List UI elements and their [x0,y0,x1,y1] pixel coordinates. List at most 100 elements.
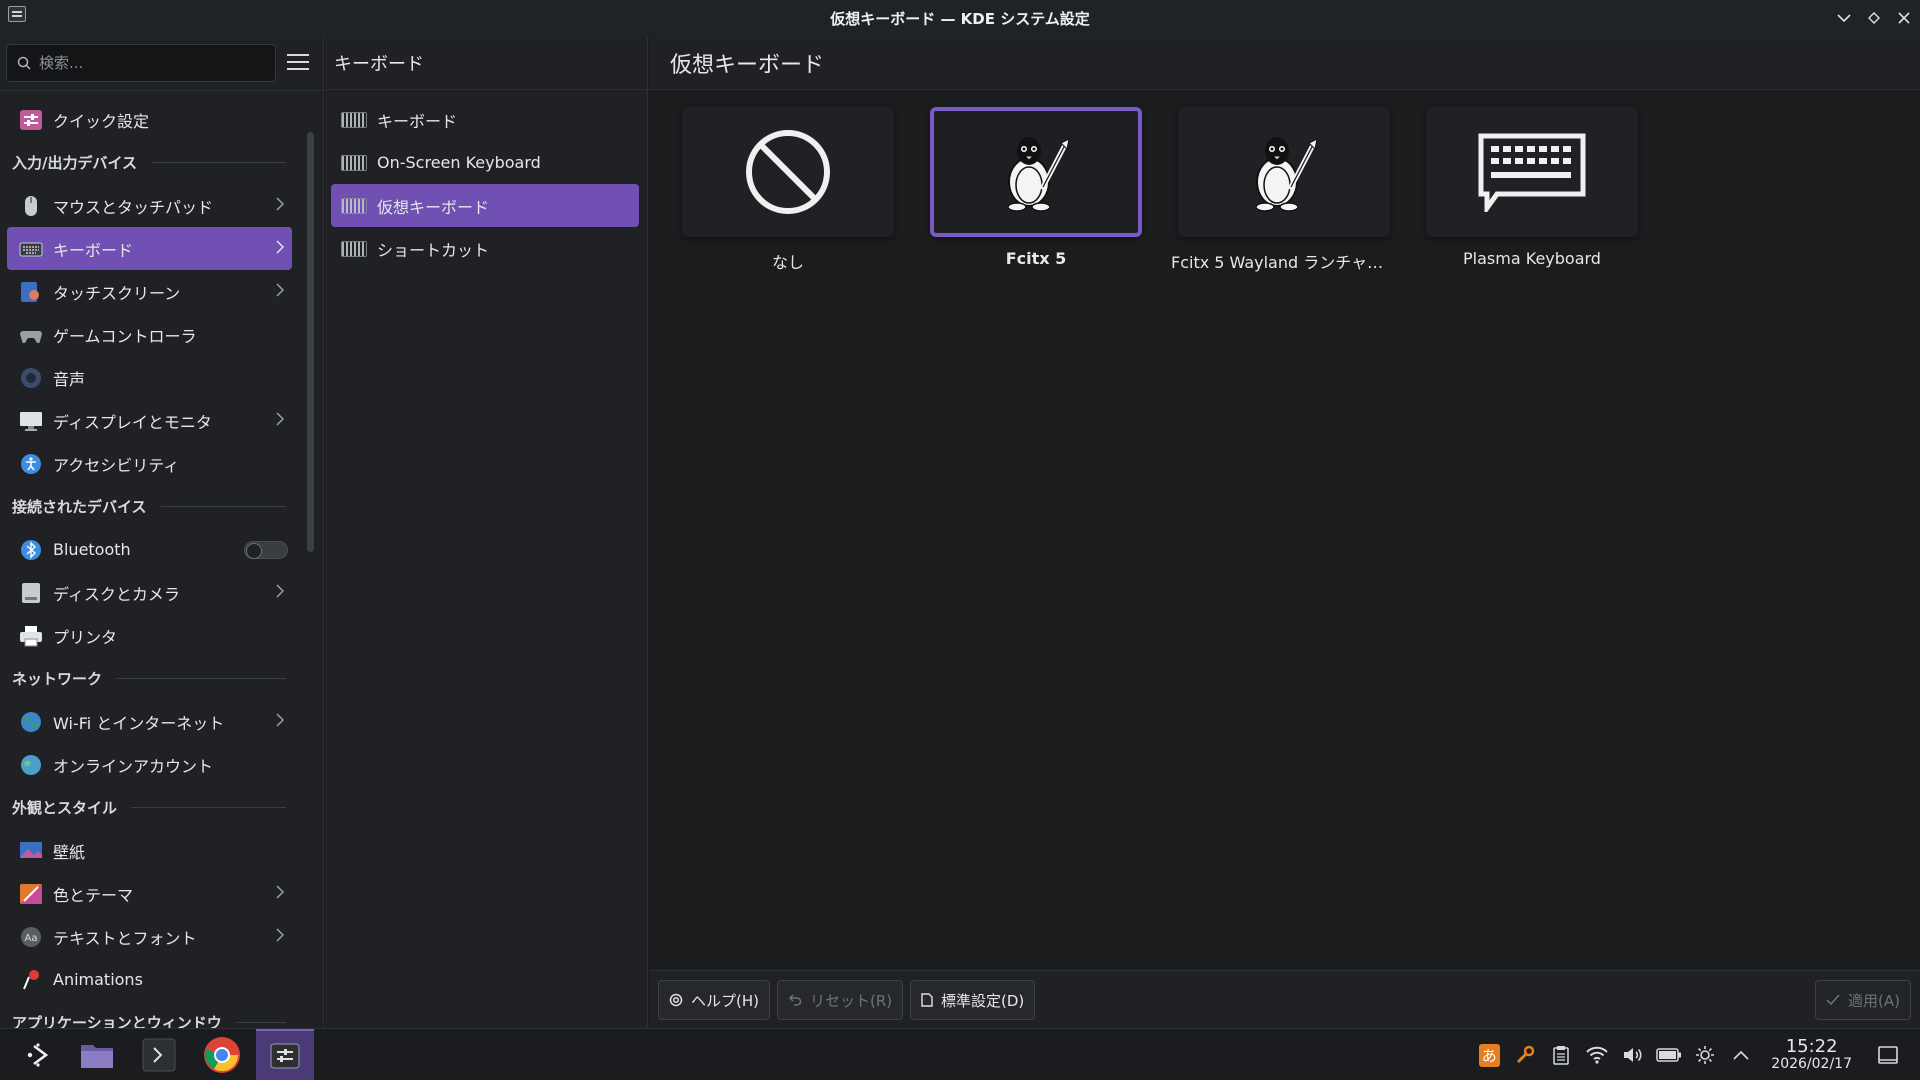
fcitx-penguin-icon [1178,107,1390,237]
defaults-label: 標準設定(D) [941,991,1025,1010]
option-label: なし [771,253,804,272]
divider [116,678,286,679]
sidebar-item-color-theme[interactable]: 色とテーマ [7,872,292,915]
sidebar-item-online-accounts[interactable]: オンラインアカウント [7,743,292,786]
chevron-right-icon [276,926,285,947]
clock[interactable]: 15:22 2026/02/17 [1771,1036,1852,1073]
maximize-icon[interactable] [1866,10,1882,26]
bluetooth-toggle[interactable] [244,541,288,559]
system-settings-icon[interactable] [8,6,26,22]
clock-date: 2026/02/17 [1771,1056,1852,1073]
sidebar-item-label: タッチスクリーン [53,283,181,303]
sidebar-item-printer[interactable]: プリンタ [7,614,292,657]
volume-icon[interactable] [1619,1029,1647,1080]
virtual-keyboard-options: なし Fcitx 5 Fcitx 5 Wayland ランチャー... Plasma … [675,107,1645,273]
sidebar-item-audio[interactable]: 音声 [7,356,292,399]
sidebar-item-label: アクセシビリティ [53,455,180,475]
subcategory-panel: キーボード キーボード On-Screen Keyboard 仮想キーボード ショート… [325,36,648,1028]
virtual-keyboard-option[interactable]: Plasma Keyboard [1419,107,1645,273]
keyboard-icon [341,111,367,128]
close-icon[interactable] [1896,10,1912,26]
wifi-icon[interactable] [1583,1029,1611,1080]
divider [0,90,324,91]
sidebar-item-font[interactable]: Aa テキストとフォント [7,915,292,958]
chevron-right-icon [276,582,285,603]
checkmark-icon [1826,994,1840,1006]
sidebar-item-mouse[interactable]: マウスとタッチパッド [7,184,292,227]
reset-button[interactable]: リセット(R) [777,980,904,1020]
quick-settings-icon [19,109,43,131]
option-label: Plasma Keyboard [1463,249,1601,268]
brightness-icon[interactable] [1691,1029,1719,1080]
system-settings-taskbar-icon[interactable] [256,1029,314,1080]
sidebar-item-label: 壁紙 [53,842,86,862]
chevron-right-icon [276,281,285,302]
system-tray: あ 15:22 2026/02/17 [1475,1029,1920,1080]
animations-icon [19,969,43,991]
subcategory-item[interactable]: ショートカット [331,227,639,270]
display-icon [19,410,43,432]
sidebar-item-wallpaper[interactable]: 壁紙 [7,829,292,872]
sidebar-scrollbar[interactable] [307,132,314,552]
chevron-right-icon [276,711,285,732]
virtual-keyboard-option[interactable]: なし [675,107,901,273]
chevron-right-icon [276,410,285,431]
sidebar-item-label: Animations [53,970,143,989]
subcategory-item[interactable]: On-Screen Keyboard [331,141,639,184]
page-title: 仮想キーボード [649,36,1920,90]
chevron-right-icon [276,195,285,216]
chrome-icon[interactable] [193,1029,251,1080]
plasma-keyboard-icon [1426,107,1638,237]
disk-camera-icon [19,582,43,604]
virtual-keyboard-option[interactable]: Fcitx 5 Wayland ランチャー... [1171,107,1397,273]
search-input[interactable] [39,54,259,72]
sidebar-item-globe[interactable]: Wi-Fi とインターネット [7,700,292,743]
search-icon [17,56,31,70]
sidebar-list: クイック設定入力/出力デバイス マウスとタッチパッド キーボードタッチスクリーンゲー… [0,98,300,1044]
touchscreen-icon [19,281,43,303]
input-method-icon[interactable]: あ [1475,1029,1503,1080]
sidebar-section-header: 外観とスタイル [0,786,300,829]
sidebar-item-bluetooth[interactable]: Bluetooth [7,528,292,571]
help-button[interactable]: ヘルプ(H) [658,980,770,1020]
subcategory-item[interactable]: 仮想キーボード [331,184,639,227]
virtual-keyboard-icon [341,197,367,214]
reset-label: リセット(R) [810,991,893,1010]
sidebar-item-label: クイック設定 [53,111,150,131]
battery-icon[interactable] [1655,1029,1683,1080]
file-manager-icon[interactable] [68,1029,126,1080]
sidebar-item-disk-camera[interactable]: ディスクとカメラ [7,571,292,614]
virtual-keyboard-option[interactable]: Fcitx 5 [923,107,1149,273]
subcategory-item[interactable]: キーボード [331,98,639,141]
none-icon [682,107,894,237]
clipboard-icon[interactable] [1547,1029,1575,1080]
sidebar-item-keyboard[interactable]: キーボード [7,227,292,270]
window-title: 仮想キーボード — KDE システム設定 [830,9,1090,28]
sidebar-item-gamepad[interactable]: ゲームコントローラ [7,313,292,356]
gamepad-icon [19,324,43,346]
accessibility-icon [19,453,43,475]
onscreen-keyboard-icon [341,154,367,171]
sidebar-item-display[interactable]: ディスプレイとモニタ [7,399,292,442]
divider [151,162,286,163]
wrench-icon[interactable] [1511,1029,1539,1080]
sidebar-item-accessibility[interactable]: アクセシビリティ [7,442,292,485]
footer-bar: ヘルプ(H) リセット(R) 標準設定(D) 適用(A) [649,970,1920,1028]
minimize-icon[interactable] [1836,10,1852,26]
help-icon [669,993,683,1007]
sidebar-section-header: 入力/出力デバイス [0,141,300,184]
document-icon [921,993,933,1007]
search-field[interactable] [6,44,276,82]
defaults-button[interactable]: 標準設定(D) [910,980,1036,1020]
chevron-up-icon[interactable] [1727,1029,1755,1080]
sidebar-item-touchscreen[interactable]: タッチスクリーン [7,270,292,313]
apply-button[interactable]: 適用(A) [1815,980,1911,1020]
sidebar-item-quick-settings[interactable]: クイック設定 [7,98,292,141]
undo-icon [788,994,802,1006]
application-launcher-icon[interactable] [10,1029,68,1080]
hamburger-menu-icon[interactable] [287,52,309,72]
terminal-icon[interactable] [130,1029,188,1080]
sidebar-item-animations[interactable]: Animations [7,958,292,1001]
show-desktop-icon[interactable] [1874,1029,1902,1080]
clock-time: 15:22 [1785,1036,1838,1058]
